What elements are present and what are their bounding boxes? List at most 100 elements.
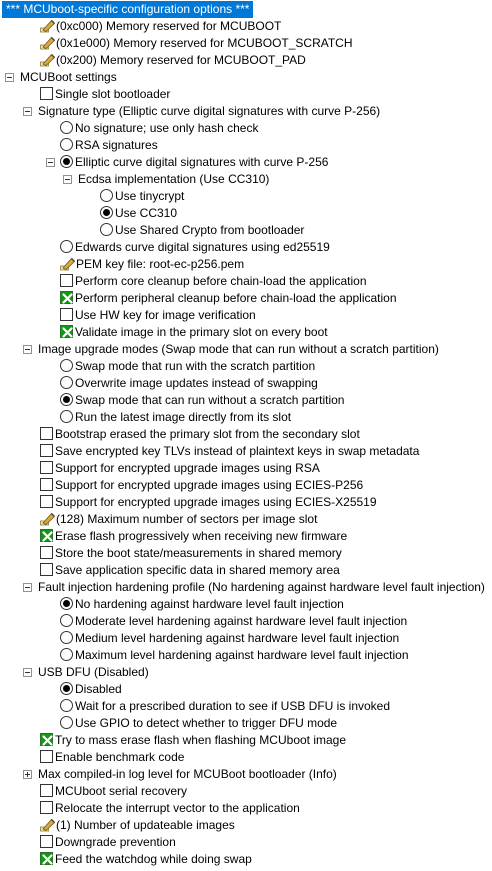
checkbox-icon[interactable] — [40, 750, 53, 763]
radio-selected-icon[interactable] — [60, 682, 73, 695]
collapse-icon[interactable] — [23, 107, 32, 116]
radio-icon[interactable] — [60, 699, 73, 712]
tree-row-label: Disabled — [75, 682, 122, 696]
tree-row-label: Store the boot state/measurements in sha… — [55, 546, 342, 560]
tree-row[interactable]: *** MCUboot-specific configuration optio… — [2, 1, 254, 18]
radio-selected-icon[interactable] — [60, 597, 73, 610]
tree-row-label: (1) Number of updateable images — [56, 818, 235, 832]
checkbox-checked-icon[interactable] — [60, 325, 73, 338]
checkbox-icon[interactable] — [40, 546, 53, 559]
radio-icon[interactable] — [60, 410, 73, 423]
tree-row-label: Feed the watchdog while doing swap — [55, 852, 252, 866]
checkbox-checked-icon[interactable] — [40, 852, 53, 865]
checkbox-checked-icon[interactable] — [60, 291, 73, 304]
checkbox-icon[interactable] — [40, 427, 53, 440]
checkbox-icon[interactable] — [40, 563, 53, 576]
collapse-icon[interactable] — [5, 73, 14, 82]
checkbox-icon[interactable] — [40, 478, 53, 491]
pencil-icon[interactable] — [40, 19, 56, 33]
collapse-icon[interactable] — [23, 345, 32, 354]
tree-row-label: No hardening against hardware level faul… — [75, 597, 344, 611]
radio-selected-icon[interactable] — [60, 155, 73, 168]
radio-icon[interactable] — [100, 223, 113, 236]
pencil-icon[interactable] — [40, 53, 56, 67]
tree-row-label: Use CC310 — [115, 206, 178, 220]
radio-icon[interactable] — [60, 138, 73, 151]
pencil-icon[interactable] — [40, 36, 56, 50]
checkbox-icon[interactable] — [40, 801, 53, 814]
tree-row-label: Edwards curve digital signatures using e… — [75, 240, 330, 254]
tree-row-label: Downgrade prevention — [55, 835, 176, 849]
checkbox-icon[interactable] — [40, 495, 53, 508]
tree-row-label: Run the latest image directly from its s… — [75, 410, 292, 424]
tree-row-label: Use tinycrypt — [115, 189, 185, 203]
tree-row-label: Image upgrade modes (Swap mode that can … — [38, 342, 439, 356]
collapse-icon[interactable] — [46, 158, 55, 167]
checkbox-icon[interactable] — [60, 274, 73, 287]
tree-row-label: Wait for a prescribed duration to see if… — [75, 699, 391, 713]
radio-icon[interactable] — [60, 614, 73, 627]
tree-row-label: Max compiled-in log level for MCUBoot bo… — [38, 767, 337, 781]
checkbox-icon[interactable] — [40, 87, 53, 100]
tree-row-label: Use HW key for image verification — [75, 308, 256, 322]
tree-row-label: Try to mass erase flash when flashing MC… — [55, 733, 347, 747]
tree-row-label: Save encrypted key TLVs instead of plain… — [55, 444, 420, 458]
tree-row-label: Swap mode that can run without a scratch… — [75, 393, 345, 407]
tree-row-label: Moderate level hardening against hardwar… — [75, 614, 408, 628]
tree-row-label: Use GPIO to detect whether to trigger DF… — [75, 716, 338, 730]
tree-row-label: (0x200) Memory reserved for MCUBOOT_PAD — [56, 53, 306, 67]
checkbox-checked-icon[interactable] — [40, 733, 53, 746]
radio-selected-icon[interactable] — [100, 206, 113, 219]
tree-row-label: Overwrite image updates instead of swapp… — [75, 376, 318, 390]
tree-row-label: Enable benchmark code — [55, 750, 185, 764]
collapse-icon[interactable] — [63, 175, 72, 184]
tree-row-label: Perform peripheral cleanup before chain-… — [75, 291, 397, 305]
radio-icon[interactable] — [60, 631, 73, 644]
checkbox-icon[interactable] — [40, 784, 53, 797]
pencil-icon[interactable] — [40, 818, 56, 832]
pencil-icon[interactable] — [60, 257, 76, 271]
tree-row-label: USB DFU (Disabled) — [38, 665, 149, 679]
radio-icon[interactable] — [60, 376, 73, 389]
radio-icon[interactable] — [60, 716, 73, 729]
tree-row-label: (0xc000) Memory reserved for MCUBOOT — [56, 19, 282, 33]
tree-row-label: Maximum level hardening against hardware… — [75, 648, 409, 662]
collapse-icon[interactable] — [23, 668, 32, 677]
radio-selected-icon[interactable] — [60, 393, 73, 406]
checkbox-checked-icon[interactable] — [40, 529, 53, 542]
tree-row-label: PEM key file: root-ec-p256.pem — [76, 257, 245, 271]
checkbox-icon[interactable] — [40, 835, 53, 848]
tree-row-label: Support for encrypted upgrade images usi… — [55, 461, 320, 475]
radio-icon[interactable] — [60, 240, 73, 253]
tree-row-label: Signature type (Elliptic curve digital s… — [38, 104, 381, 118]
tree-row-label: Support for encrypted upgrade images usi… — [55, 495, 377, 509]
radio-icon[interactable] — [60, 121, 73, 134]
tree-row-label: (0x1e000) Memory reserved for MCUBOOT_SC… — [56, 36, 353, 50]
expand-icon[interactable] — [23, 770, 32, 779]
tree-row-label: MCUboot serial recovery — [55, 784, 188, 798]
collapse-icon[interactable] — [23, 583, 32, 592]
tree-row-label: Support for encrypted upgrade images usi… — [55, 478, 364, 492]
tree-row-label: Elliptic curve digital signatures with c… — [75, 155, 329, 169]
radio-icon[interactable] — [100, 189, 113, 202]
tree-row-label: Fault injection hardening profile (No ha… — [38, 580, 485, 594]
tree-row-label: Use Shared Crypto from bootloader — [115, 223, 305, 237]
tree-row-label: Bootstrap erased the primary slot from t… — [55, 427, 360, 441]
tree-row-label: Medium level hardening against hardware … — [75, 631, 400, 645]
checkbox-icon[interactable] — [60, 308, 73, 321]
tree-row-label: (128) Maximum number of sectors per imag… — [56, 512, 318, 526]
tree-row-label: Relocate the interrupt vector to the app… — [55, 801, 300, 815]
tree-row-label: Perform core cleanup before chain-load t… — [75, 274, 367, 288]
tree-row-label: MCUBoot settings — [20, 70, 117, 84]
radio-icon[interactable] — [60, 359, 73, 372]
tree-row-label: Save application specific data in shared… — [55, 563, 340, 577]
radio-icon[interactable] — [60, 648, 73, 661]
pencil-icon[interactable] — [40, 512, 56, 526]
tree-row-label: Swap mode that run with the scratch part… — [75, 359, 316, 373]
tree-row-label: Ecdsa implementation (Use CC310) — [78, 172, 270, 186]
tree-row-label: Validate image in the primary slot on ev… — [75, 325, 328, 339]
tree-row-label: RSA signatures — [75, 138, 158, 152]
checkbox-icon[interactable] — [40, 444, 53, 457]
tree-row-label: Erase flash progressively when receiving… — [55, 529, 348, 543]
checkbox-icon[interactable] — [40, 461, 53, 474]
